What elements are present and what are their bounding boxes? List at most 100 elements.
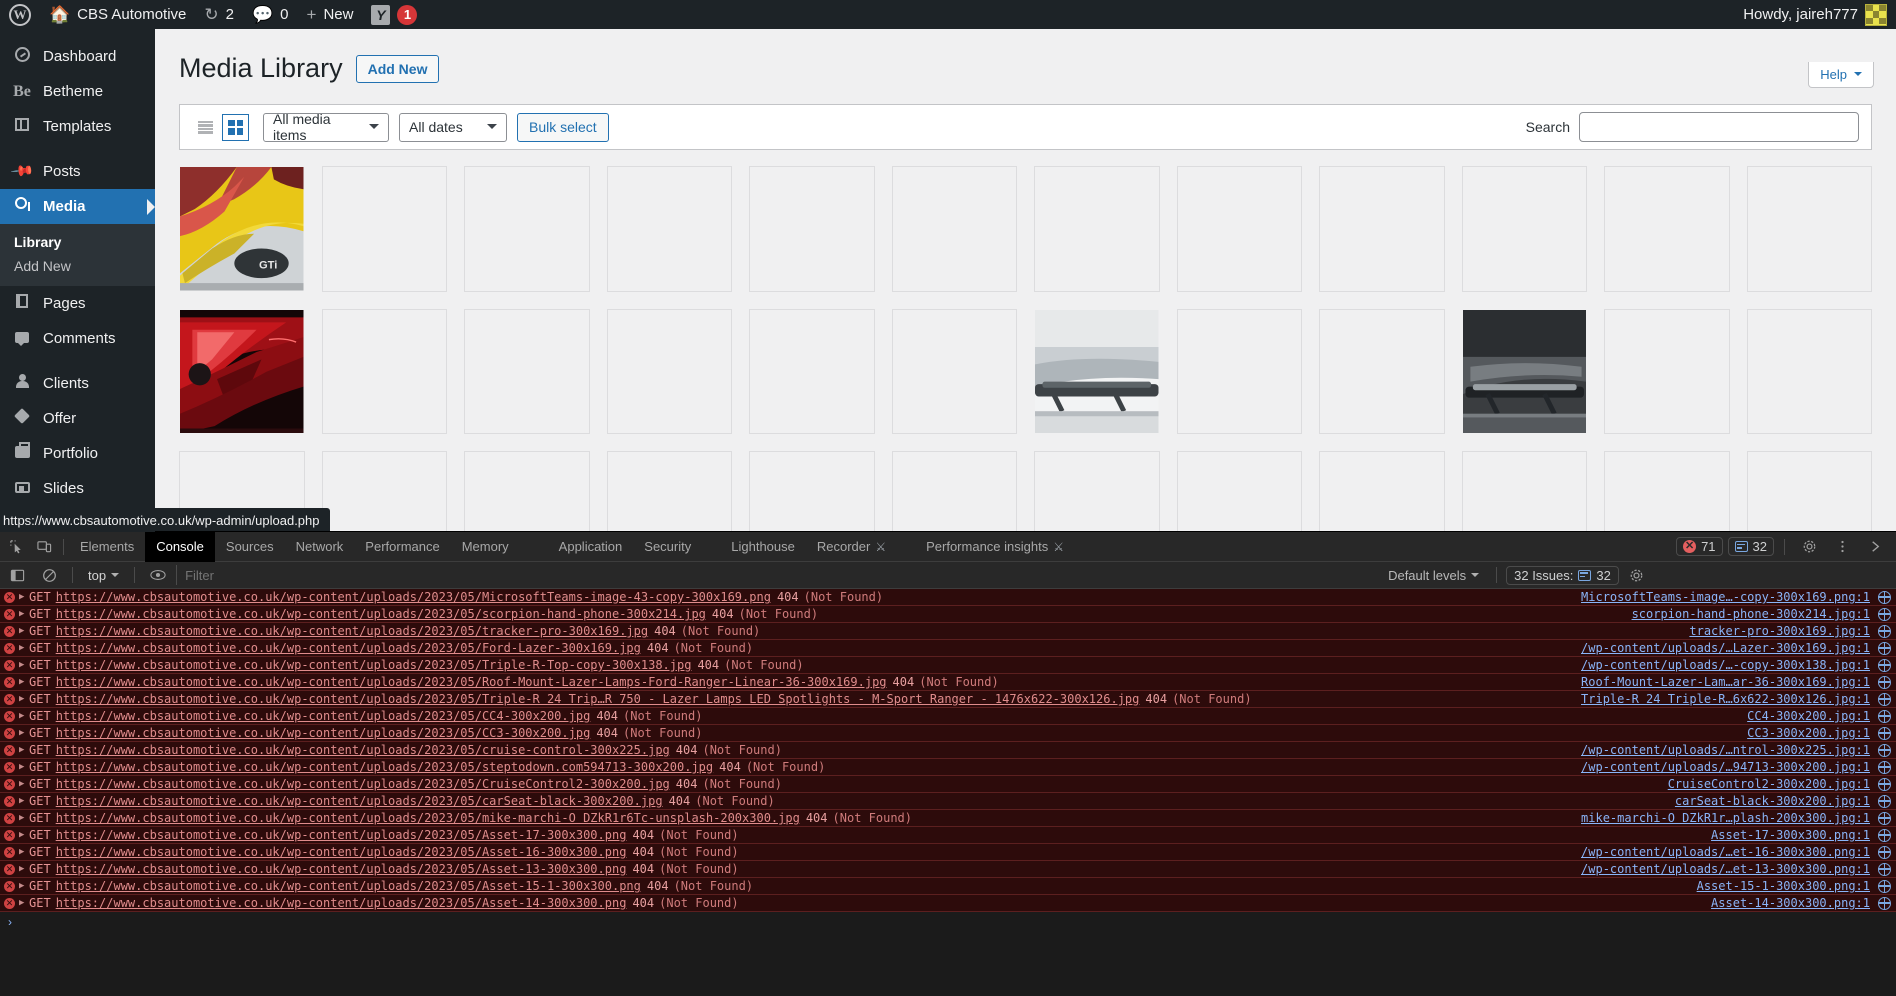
media-item[interactable] xyxy=(891,308,1017,434)
log-source-link[interactable]: /wp-content/uploads/…-copy-300x138.jpg:1 xyxy=(1581,658,1870,672)
expand-arrow-icon[interactable]: ▶ xyxy=(19,728,29,738)
expand-arrow-icon[interactable]: ▶ xyxy=(19,643,29,653)
sidebar-item-templates[interactable]: Templates xyxy=(0,109,155,144)
media-item[interactable] xyxy=(1604,451,1730,532)
log-url[interactable]: https://www.cbsautomotive.co.uk/wp-conte… xyxy=(56,590,771,604)
console-log-row[interactable]: ✕ ▶ GET https://www.cbsautomotive.co.uk/wp-… xyxy=(0,844,1896,861)
sidebar-item-media[interactable]: Media xyxy=(0,189,155,224)
log-url[interactable]: https://www.cbsautomotive.co.uk/wp-conte… xyxy=(56,811,800,825)
console-log-row[interactable]: ✕ ▶ GET https://www.cbsautomotive.co.uk/wp-… xyxy=(0,589,1896,606)
log-source-link[interactable]: /wp-content/uploads/…ntrol-300x225.jpg:1 xyxy=(1581,743,1870,757)
log-url[interactable]: https://www.cbsautomotive.co.uk/wp-conte… xyxy=(56,641,641,655)
log-url[interactable]: https://www.cbsautomotive.co.uk/wp-conte… xyxy=(56,692,1140,706)
tab-security[interactable]: Security xyxy=(633,532,702,562)
tab-elements[interactable]: Elements xyxy=(69,532,145,562)
network-request-icon[interactable] xyxy=(1878,845,1891,859)
network-request-icon[interactable] xyxy=(1878,862,1891,876)
log-source-link[interactable]: scorpion-hand-phone-300x214.jpg:1 xyxy=(1632,607,1870,621)
log-source-link[interactable]: CruiseControl2-300x200.jpg:1 xyxy=(1668,777,1870,791)
live-expression-icon[interactable] xyxy=(144,562,172,588)
media-item[interactable] xyxy=(464,166,590,292)
console-log-row[interactable]: ✕ ▶ GET https://www.cbsautomotive.co.uk/wp-… xyxy=(0,742,1896,759)
media-item[interactable] xyxy=(891,451,1017,532)
comments-menu[interactable]: 💬 0 xyxy=(243,0,298,29)
expand-arrow-icon[interactable]: ▶ xyxy=(19,762,29,772)
expand-arrow-icon[interactable]: ▶ xyxy=(19,881,29,891)
console-settings-gear-icon[interactable] xyxy=(1623,562,1651,588)
log-source-link[interactable]: /wp-content/uploads/…94713-300x200.jpg:1 xyxy=(1581,760,1870,774)
console-log-row[interactable]: ✕ ▶ GET https://www.cbsautomotive.co.uk/wp-… xyxy=(0,674,1896,691)
log-url[interactable]: https://www.cbsautomotive.co.uk/wp-conte… xyxy=(56,845,627,859)
tab-console[interactable]: Console xyxy=(145,531,215,562)
log-source-link[interactable]: MicrosoftTeams-image…-copy-300x169.png:1 xyxy=(1581,590,1870,604)
log-source-link[interactable]: /wp-content/uploads/…et-16-300x300.png:1 xyxy=(1581,845,1870,859)
expand-arrow-icon[interactable]: ▶ xyxy=(19,830,29,840)
execution-context-selector[interactable]: top xyxy=(82,568,125,583)
console-log-row[interactable]: ✕ ▶ GET https://www.cbsautomotive.co.uk/wp-… xyxy=(0,691,1896,708)
media-item[interactable] xyxy=(179,308,305,434)
media-item[interactable] xyxy=(749,451,875,532)
media-item[interactable] xyxy=(749,166,875,292)
expand-arrow-icon[interactable]: ▶ xyxy=(19,813,29,823)
submenu-item-add-new[interactable]: Add New xyxy=(0,254,155,278)
log-levels-selector[interactable]: Default levels xyxy=(1380,568,1487,583)
date-filter[interactable]: All dates xyxy=(399,112,507,142)
tab-recorder[interactable]: Recorder ⚔ xyxy=(806,532,897,562)
my-account-menu[interactable]: Howdy, jaireh777 xyxy=(1734,0,1896,29)
media-item[interactable] xyxy=(606,308,732,434)
network-request-icon[interactable] xyxy=(1878,879,1891,893)
console-log-row[interactable]: ✕ ▶ GET https://www.cbsautomotive.co.uk/wp-… xyxy=(0,725,1896,742)
tab-sources[interactable]: Sources xyxy=(215,532,285,562)
log-source-link[interactable]: CC3-300x200.jpg:1 xyxy=(1747,726,1870,740)
clear-console-icon[interactable] xyxy=(35,562,63,588)
console-log-row[interactable]: ✕ ▶ GET https://www.cbsautomotive.co.uk/wp-… xyxy=(0,708,1896,725)
network-request-icon[interactable] xyxy=(1878,811,1891,825)
media-item[interactable] xyxy=(464,451,590,532)
network-request-icon[interactable] xyxy=(1878,590,1891,604)
media-type-filter[interactable]: All media items xyxy=(263,111,389,143)
media-item[interactable] xyxy=(321,166,447,292)
device-toolbar-icon[interactable] xyxy=(30,534,58,560)
gear-icon[interactable] xyxy=(1795,534,1823,560)
sidebar-item-portfolio[interactable]: Portfolio xyxy=(0,436,155,471)
expand-arrow-icon[interactable]: ▶ xyxy=(19,711,29,721)
issues-button[interactable]: 32 Issues: 32 xyxy=(1506,565,1619,585)
log-source-link[interactable]: mike-marchi-O DZkR1r…plash-200x300.jpg:1 xyxy=(1581,811,1870,825)
expand-arrow-icon[interactable]: ▶ xyxy=(19,864,29,874)
new-content-menu[interactable]: + New xyxy=(298,0,363,29)
media-item[interactable] xyxy=(606,166,732,292)
updates-menu[interactable]: ↻ 2 xyxy=(195,0,243,29)
media-item[interactable] xyxy=(1746,308,1872,434)
media-item[interactable] xyxy=(891,166,1017,292)
more-options-icon[interactable] xyxy=(1828,534,1856,560)
sidebar-item-dashboard[interactable]: Dashboard xyxy=(0,39,155,74)
media-item[interactable] xyxy=(1604,166,1730,292)
expand-arrow-icon[interactable]: ▶ xyxy=(19,898,29,908)
expand-arrow-icon[interactable]: ▶ xyxy=(19,745,29,755)
media-item[interactable] xyxy=(1176,166,1302,292)
sidebar-item-slides[interactable]: Slides xyxy=(0,471,155,506)
media-item[interactable] xyxy=(321,451,447,532)
log-source-link[interactable]: carSeat-black-300x200.jpg:1 xyxy=(1675,794,1870,808)
add-new-button[interactable]: Add New xyxy=(355,54,440,83)
network-request-icon[interactable] xyxy=(1878,760,1891,774)
media-item[interactable] xyxy=(1461,308,1587,434)
media-item[interactable] xyxy=(1176,451,1302,532)
bulk-select-button[interactable]: Bulk select xyxy=(517,112,609,142)
expand-arrow-icon[interactable]: ▶ xyxy=(19,796,29,806)
console-sidebar-icon[interactable] xyxy=(3,562,31,588)
network-request-icon[interactable] xyxy=(1878,743,1891,757)
expand-arrow-icon[interactable]: ▶ xyxy=(19,677,29,687)
console-log-row[interactable]: ✕ ▶ GET https://www.cbsautomotive.co.uk/wp-… xyxy=(0,878,1896,895)
media-item[interactable] xyxy=(1746,166,1872,292)
media-item[interactable] xyxy=(321,308,447,434)
log-url[interactable]: https://www.cbsautomotive.co.uk/wp-conte… xyxy=(56,607,706,621)
sidebar-item-betheme[interactable]: Be Betheme xyxy=(0,74,155,109)
network-request-icon[interactable] xyxy=(1878,607,1891,621)
console-log-row[interactable]: ✕ ▶ GET https://www.cbsautomotive.co.uk/wp-… xyxy=(0,810,1896,827)
console-log-row[interactable]: ✕ ▶ GET https://www.cbsautomotive.co.uk/wp-… xyxy=(0,657,1896,674)
sidebar-item-offer[interactable]: Offer xyxy=(0,401,155,436)
media-item[interactable]: GTi xyxy=(179,166,305,292)
tab-performance[interactable]: Performance xyxy=(354,532,450,562)
network-request-icon[interactable] xyxy=(1878,641,1891,655)
